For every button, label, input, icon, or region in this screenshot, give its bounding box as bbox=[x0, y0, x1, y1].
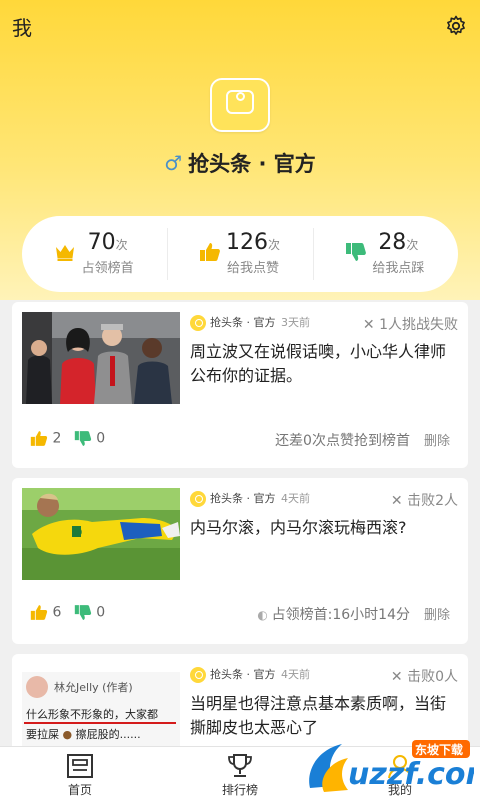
tab-ranking[interactable]: 排行榜 bbox=[160, 747, 320, 800]
watermark-top-text: 东坡下载 bbox=[415, 742, 463, 757]
stat-dislikes[interactable]: 28次 给我点踩 bbox=[312, 216, 458, 292]
stat-value: 126 bbox=[225, 230, 268, 255]
close-x-icon: ✕ bbox=[362, 317, 380, 333]
post-time: 3天前 bbox=[281, 316, 310, 329]
profile-name-row: ♂ 抢头条 · 官方 bbox=[0, 148, 480, 178]
post-actions: 6 0 ◐ 占领榜首:16小时14分 删除 bbox=[30, 604, 450, 628]
post-meta: 抢头条 · 官方 4天前 ✕ 击败2人 bbox=[190, 490, 458, 510]
thumbs-up-icon[interactable] bbox=[30, 604, 48, 621]
post-card[interactable]: 抢头条 · 官方 3天前 ✕ 1人挑战失败 周立波又在说假话噢，小心华人律师公布… bbox=[12, 302, 468, 468]
dislike-count: 0 bbox=[96, 430, 106, 447]
settings-gear-icon[interactable] bbox=[444, 14, 468, 38]
thumb-text-part: 擦屁股的...... bbox=[75, 728, 141, 741]
thumb-avatar bbox=[26, 676, 48, 698]
post-author: 抢头条 · 官方 bbox=[210, 668, 276, 681]
thumbs-down-icon bbox=[345, 243, 366, 261]
thumb-user-row: 林允Jelly (作者) bbox=[26, 676, 133, 698]
post-thumbnail-image bbox=[22, 312, 180, 404]
post-time: 4天前 bbox=[281, 492, 310, 505]
post-headline[interactable]: 周立波又在说假话噢，小心华人律师公布你的证据。 bbox=[190, 340, 458, 388]
post-info: 还差0次点赞抢到榜首 bbox=[275, 433, 410, 449]
thumb-username: 林允Jelly (作者) bbox=[54, 681, 133, 694]
tab-home[interactable]: 首页 bbox=[0, 747, 160, 800]
post-info: 占领榜首:16小时14分 bbox=[271, 607, 410, 623]
svg-text:10: 10 bbox=[72, 528, 82, 537]
author-avatar-icon bbox=[190, 315, 206, 331]
post-headline[interactable]: 内马尔滚，内马尔滚玩梅西滚? bbox=[190, 516, 458, 540]
close-x-icon: ✕ bbox=[390, 493, 408, 509]
post-meta: 抢头条 · 官方 3天前 ✕ 1人挑战失败 bbox=[190, 314, 458, 334]
thumbs-up-icon[interactable] bbox=[30, 430, 48, 447]
challenge-status: ✕ 1人挑战失败 bbox=[363, 314, 458, 334]
post-status-row: ◐ 占领榜首:16小时14分 删除 bbox=[257, 604, 450, 624]
author-avatar-icon bbox=[190, 667, 206, 683]
stat-value: 28 bbox=[378, 230, 407, 255]
challenge-status-text: 击败2人 bbox=[407, 493, 458, 509]
challenge-status-text: 1人挑战失败 bbox=[379, 317, 458, 333]
challenge-status: ✕ 击败0人 bbox=[391, 666, 458, 686]
stat-unit: 次 bbox=[267, 238, 280, 252]
thumbs-up-icon bbox=[200, 243, 221, 261]
top-bar: 我 bbox=[0, 0, 480, 52]
like-count: 6 bbox=[52, 604, 62, 621]
stat-unit: 次 bbox=[115, 238, 128, 252]
post-actions: 2 0 还差0次点赞抢到榜首 删除 bbox=[30, 430, 450, 454]
post-meta: 抢头条 · 官方 4天前 ✕ 击败0人 bbox=[190, 666, 458, 686]
post-headline[interactable]: 当明星也得注意点基本素质啊，当街撕脚皮也太恶心了 bbox=[190, 692, 458, 740]
poop-emoji-icon: ● bbox=[62, 728, 73, 741]
stat-first-place[interactable]: 70次 占领榜首 bbox=[22, 216, 167, 292]
male-gender-icon: ♂ bbox=[164, 151, 183, 175]
delete-button[interactable]: 删除 bbox=[424, 608, 450, 623]
vote-counts: 6 0 bbox=[30, 604, 105, 621]
trophy-icon bbox=[228, 754, 252, 777]
challenge-status-text: 击败0人 bbox=[407, 669, 458, 685]
thumb-text-line1: 什么形象不形象的，大家都 bbox=[26, 708, 158, 721]
thumb-text-line2: 要拉屎 ● 擦屁股的...... bbox=[26, 726, 141, 742]
home-icon bbox=[67, 754, 93, 778]
shield-icon: ◐ bbox=[257, 608, 272, 622]
watermark-brand-text: uzzf.com bbox=[348, 757, 474, 792]
author-avatar-icon bbox=[190, 491, 206, 507]
stats-panel: 70次 占领榜首 126次 给我点赞 28次 给我点踩 bbox=[22, 216, 458, 292]
thumb-text-part: 要拉屎 bbox=[26, 728, 59, 741]
post-thumbnail-image: 林允Jelly (作者) 什么形象不形象的，大家都 要拉屎 ● 擦屁股的....… bbox=[22, 672, 180, 754]
post-time: 4天前 bbox=[281, 668, 310, 681]
profile-name: 抢头条 · 官方 bbox=[188, 152, 316, 176]
page-title: 我 bbox=[12, 16, 32, 40]
crown-icon bbox=[56, 245, 74, 261]
stat-likes[interactable]: 126次 给我点赞 bbox=[167, 216, 312, 292]
thumbs-down-icon[interactable] bbox=[74, 604, 92, 621]
tab-label: 排行榜 bbox=[221, 783, 258, 797]
challenge-status: ✕ 击败2人 bbox=[391, 490, 458, 510]
stat-value: 70 bbox=[87, 230, 116, 255]
tab-label: 首页 bbox=[67, 783, 92, 797]
close-x-icon: ✕ bbox=[390, 669, 408, 685]
post-author: 抢头条 · 官方 bbox=[210, 492, 276, 505]
post-thumbnail-image: 10 bbox=[22, 488, 180, 580]
post-status-row: 还差0次点赞抢到榜首 删除 bbox=[275, 430, 450, 450]
dislike-count: 0 bbox=[96, 604, 106, 621]
stat-unit: 次 bbox=[406, 238, 419, 252]
post-card[interactable]: 10 抢头条 · 官方 4天前 ✕ 击败2人 内马尔滚，内马尔滚玩梅西滚? 6 … bbox=[12, 478, 468, 644]
app-logo-avatar bbox=[210, 78, 270, 132]
vote-counts: 2 0 bbox=[30, 430, 105, 447]
thumb-underline bbox=[24, 722, 176, 724]
like-count: 2 bbox=[52, 430, 62, 447]
delete-button[interactable]: 删除 bbox=[424, 434, 450, 449]
thumbs-down-icon[interactable] bbox=[74, 430, 92, 447]
post-author: 抢头条 · 官方 bbox=[210, 316, 276, 329]
uzzf-watermark-logo: uzzf.com 东坡下载 bbox=[309, 740, 474, 792]
